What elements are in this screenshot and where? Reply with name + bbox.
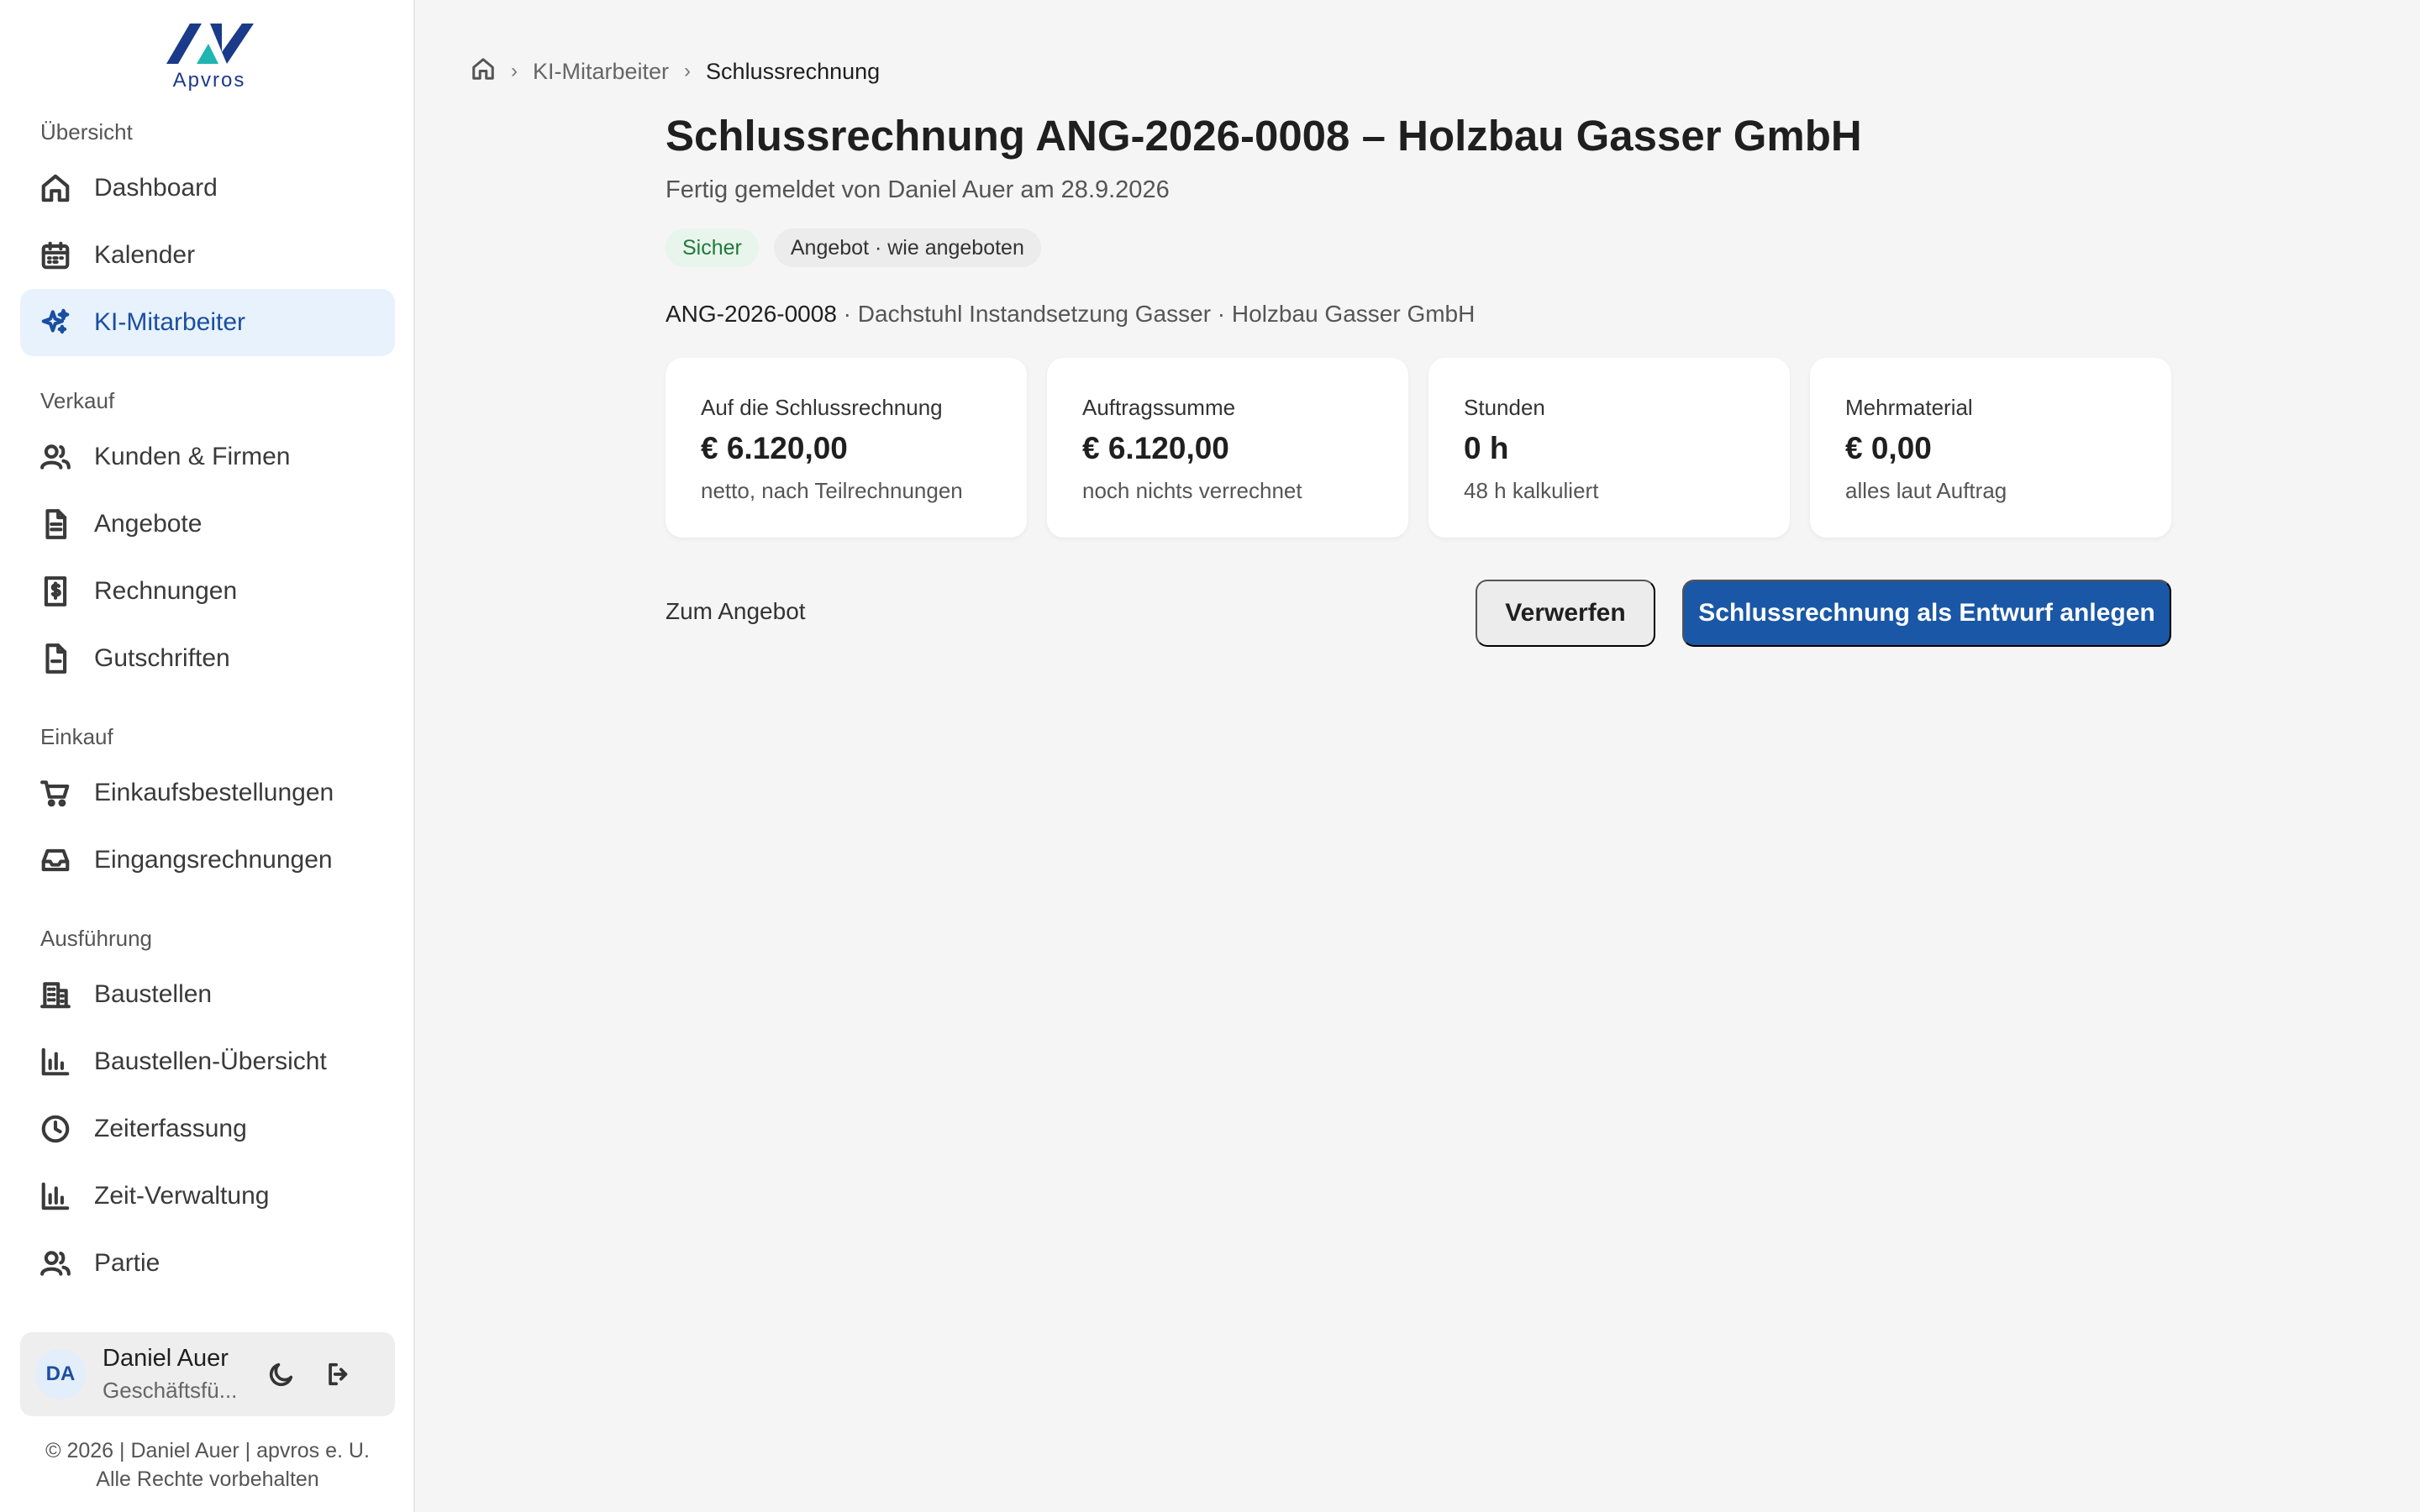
card-label: Stunden — [1464, 395, 1545, 420]
reference-details: · Dachstuhl Instandsetzung Gasser · Holz… — [836, 301, 1476, 327]
card-note: 48 h kalkuliert — [1464, 478, 1599, 503]
sidebar-item-kalender[interactable]: Kalender — [20, 222, 395, 289]
avatar[interactable]: DA — [35, 1349, 86, 1399]
breadcrumb-current: Schlussrechnung — [706, 58, 881, 84]
section-label-verkauf: Verkauf — [40, 388, 115, 413]
source-badge: Angebot · wie angeboten — [773, 228, 1041, 267]
sidebar-item-partie[interactable]: Partie — [20, 1230, 395, 1297]
card-label: Auf die Schlussrechnung — [701, 395, 943, 420]
inbox-icon — [39, 843, 72, 877]
user-card: DA Daniel Auer Geschäftsfü... — [20, 1332, 395, 1416]
card-note: netto, nach Teilrechnungen — [701, 478, 963, 503]
chevron-right-icon: › — [511, 60, 518, 82]
sidebar-item-einkaufsbestellungen[interactable]: Einkaufsbestellungen — [20, 759, 395, 827]
logo-wordmark: Apvros — [172, 69, 246, 92]
invoice-dollar-icon — [39, 575, 72, 608]
sidebar-item-label: Baustellen-Übersicht — [94, 1047, 327, 1075]
sidebar-footer: © 2026 | Daniel Auer | apvros e. U. Alle… — [0, 1436, 415, 1494]
credit-note-icon — [39, 642, 72, 675]
discard-button[interactable]: Verwerfen — [1476, 580, 1655, 647]
card-note: alles laut Auftrag — [1845, 478, 2007, 503]
clock-icon — [39, 1112, 72, 1146]
page-subtitle: Fertig gemeldet von Daniel Auer am 28.9.… — [666, 176, 1170, 203]
moon-icon — [269, 1362, 293, 1387]
page-title: Schlussrechnung ANG-2026-0008 – Holzbau … — [666, 112, 1862, 160]
calendar-icon — [39, 239, 72, 272]
sidebar-item-angebote[interactable]: Angebote — [20, 491, 395, 558]
status-badge-sicher: Sicher — [666, 228, 759, 267]
card-value: € 0,00 — [1845, 431, 1932, 465]
users-icon — [39, 440, 72, 474]
dark-mode-toggle-button[interactable] — [260, 1353, 302, 1395]
card-value: € 6.120,00 — [701, 431, 848, 465]
sidebar-item-label: Partie — [94, 1249, 160, 1277]
summary-card-mehrmaterial: Mehrmaterial € 0,00 alles laut Auftrag — [1810, 358, 2171, 538]
sidebar-item-label: Angebote — [94, 510, 203, 538]
section-label-einkauf: Einkauf — [40, 724, 113, 749]
sidebar-item-dashboard[interactable]: Dashboard — [20, 155, 395, 222]
sidebar-item-label: KI-Mitarbeiter — [94, 308, 246, 336]
card-note: noch nichts verrechnet — [1082, 478, 1302, 503]
user-name: Daniel Auer — [103, 1345, 229, 1372]
create-draft-invoice-button[interactable]: Schlussrechnung als Entwurf anlegen — [1682, 580, 2171, 647]
card-value: € 6.120,00 — [1082, 431, 1229, 465]
summary-card-schlussrechnung: Auf die Schlussrechnung € 6.120,00 netto… — [666, 358, 1027, 538]
zum-angebot-link[interactable]: Zum Angebot — [666, 598, 806, 625]
sidebar-item-label: Zeit-Verwaltung — [94, 1182, 270, 1210]
sidebar-item-label: Dashboard — [94, 174, 218, 202]
logout-button[interactable] — [318, 1353, 360, 1395]
logo-mark-icon — [166, 24, 254, 64]
sidebar-item-label: Zeiterfassung — [94, 1115, 247, 1142]
sidebar-item-kunden-firmen[interactable]: Kunden & Firmen — [20, 423, 395, 491]
cart-icon — [39, 776, 72, 810]
summary-card-auftragssumme: Auftragssumme € 6.120,00 noch nichts ver… — [1047, 358, 1408, 538]
card-value: 0 h — [1464, 431, 1509, 465]
sidebar-item-eingangsrechnungen[interactable]: Eingangsrechnungen — [20, 827, 395, 894]
users-icon — [39, 1247, 72, 1280]
footer-rights: Alle Rechte vorbehalten — [96, 1467, 319, 1491]
sidebar-item-label: Eingangsrechnungen — [94, 846, 333, 874]
apvros-logo[interactable]: Apvros — [160, 18, 259, 92]
section-label-uebersicht: Übersicht — [40, 119, 133, 144]
user-role: Geschäftsfü... — [103, 1378, 238, 1403]
summary-cards: Auf die Schlussrechnung € 6.120,00 netto… — [666, 358, 2171, 538]
chevron-right-icon: › — [684, 60, 692, 82]
breadcrumb: › KI-Mitarbeiter › Schlussrechnung — [471, 57, 880, 86]
sidebar-item-ki-mitarbeiter[interactable]: KI-Mitarbeiter — [20, 289, 395, 356]
sidebar-item-baustellen[interactable]: Baustellen — [20, 961, 395, 1028]
sparkles-icon — [39, 306, 72, 339]
bar-chart-icon — [39, 1045, 72, 1079]
sidebar-item-baustellen-uebersicht[interactable]: Baustellen-Übersicht — [20, 1028, 395, 1095]
reference-line: ANG-2026-0008 · Dachstuhl Instandsetzung… — [666, 301, 1475, 328]
sidebar-item-label: Kunden & Firmen — [94, 443, 291, 470]
user-info: Daniel Auer Geschäftsfü... — [103, 1345, 245, 1404]
card-label: Mehrmaterial — [1845, 395, 1973, 420]
status-badges: Sicher Angebot · wie angeboten — [666, 228, 1041, 267]
sidebar-item-zeit-verwaltung[interactable]: Zeit-Verwaltung — [20, 1163, 395, 1230]
section-label-ausfuehrung: Ausführung — [40, 926, 152, 951]
logout-icon — [329, 1362, 348, 1386]
sidebar: Apvros Übersicht Dashboard Kalender KI-M… — [0, 0, 415, 1512]
sidebar-item-zeiterfassung[interactable]: Zeiterfassung — [20, 1095, 395, 1163]
sidebar-item-label: Rechnungen — [94, 577, 238, 605]
breadcrumb-home-icon[interactable] — [471, 56, 496, 87]
sidebar-item-label: Kalender — [94, 241, 196, 269]
document-icon — [39, 507, 72, 541]
summary-card-stunden: Stunden 0 h 48 h kalkuliert — [1428, 358, 1790, 538]
sidebar-item-rechnungen[interactable]: Rechnungen — [20, 558, 395, 625]
sidebar-item-gutschriften[interactable]: Gutschriften — [20, 625, 395, 692]
reference-id: ANG-2026-0008 — [666, 301, 837, 327]
card-label: Auftragssumme — [1082, 395, 1236, 420]
home-icon — [39, 171, 72, 205]
bar-chart-icon — [39, 1179, 72, 1213]
footer-copyright: © 2026 | Daniel Auer | apvros e. U. — [45, 1439, 370, 1462]
sidebar-item-label: Baustellen — [94, 980, 213, 1008]
building-icon — [39, 978, 72, 1011]
sidebar-item-label: Einkaufsbestellungen — [94, 779, 334, 806]
breadcrumb-link-ki-mitarbeiter[interactable]: KI-Mitarbeiter — [533, 59, 669, 85]
sidebar-item-label: Gutschriften — [94, 644, 230, 672]
